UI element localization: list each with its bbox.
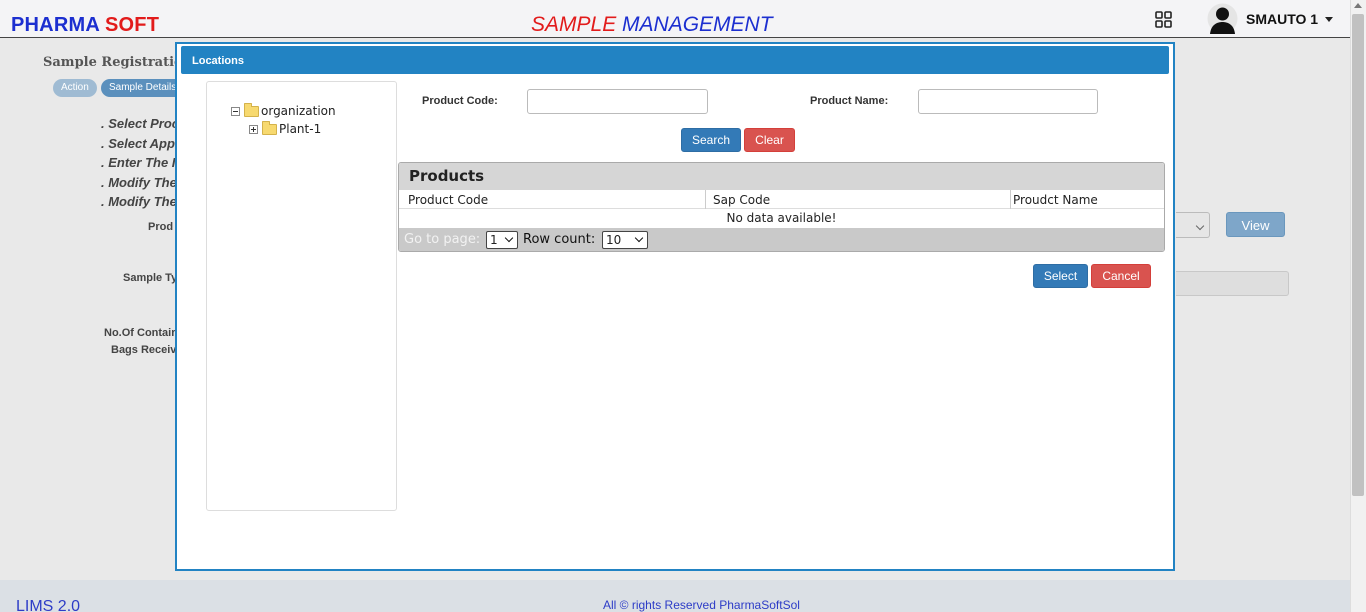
column-divider: [705, 190, 706, 209]
tab-action[interactable]: Action: [53, 79, 97, 97]
tab-sample-details[interactable]: Sample Details: [101, 79, 185, 97]
grid-icon[interactable]: [1155, 11, 1172, 28]
product-name-label: Product Name:: [810, 95, 889, 107]
avatar[interactable]: [1206, 3, 1239, 34]
cancel-button[interactable]: Cancel: [1091, 264, 1151, 288]
product-code-label: Product Code:: [422, 95, 498, 107]
instruction-line: . Modify The: [101, 194, 177, 209]
column-header-product-code[interactable]: Product Code: [408, 193, 488, 207]
sample-type-label: Sample Ty: [123, 272, 178, 284]
page-title: Sample Registration: [43, 55, 193, 70]
select-button[interactable]: Select: [1033, 264, 1088, 288]
row-count-value: 10: [606, 233, 622, 247]
chevron-down-icon[interactable]: [1325, 17, 1333, 22]
containers-label: No.Of Contair: [104, 327, 176, 339]
row-count-select[interactable]: 10: [602, 231, 648, 249]
grid-title: Products: [409, 167, 485, 185]
grid-header-row: Product Code Sap Code Proudct Name: [399, 190, 1164, 209]
tree-node-plant-1[interactable]: Plant-1: [249, 120, 321, 136]
scrollbar-thumb[interactable]: [1352, 14, 1364, 496]
folder-icon: [244, 102, 259, 117]
empty-state-text: No data available!: [726, 211, 837, 225]
search-button[interactable]: Search: [681, 128, 741, 152]
page-select[interactable]: 1: [486, 231, 518, 249]
product-code-input[interactable]: [527, 89, 708, 114]
tree-node-organization[interactable]: organization: [231, 102, 336, 118]
tree-node-label[interactable]: organization: [261, 104, 336, 118]
locations-dialog: Locations organization Plant-1 Product C…: [175, 42, 1175, 571]
instruction-line: . Select App: [101, 136, 175, 151]
brand-part1: PHARMA: [11, 14, 100, 36]
column-header-product-name[interactable]: Proudct Name: [1013, 193, 1098, 207]
page-select-value: 1: [490, 233, 498, 247]
copyright-text: All © rights Reserved PharmaSoftSol: [603, 598, 800, 612]
top-header: PHARMA SOFT SAMPLE MANAGEMENT SMAUTO 1: [0, 0, 1350, 38]
instruction-line: . Select Proc: [101, 116, 180, 131]
brand-logo: PHARMA SOFT: [11, 14, 159, 37]
app-title-part2: MANAGEMENT: [622, 13, 773, 36]
location-tree: organization Plant-1: [206, 81, 397, 511]
scroll-up-arrow-icon[interactable]: [1354, 3, 1362, 8]
product-label: Prod: [148, 221, 174, 233]
go-to-page-label: Go to page:: [404, 232, 481, 247]
tree-node-label[interactable]: Plant-1: [279, 122, 321, 136]
username[interactable]: SMAUTO 1: [1246, 11, 1318, 27]
folder-icon: [262, 120, 277, 135]
dialog-title: Locations: [192, 55, 244, 67]
grid-caption: Products: [399, 163, 1164, 190]
app-title: SAMPLE MANAGEMENT: [531, 13, 773, 37]
product-name-input[interactable]: [918, 89, 1098, 114]
product-select[interactable]: [1176, 212, 1210, 238]
row-count-label: Row count:: [523, 232, 596, 247]
sample-type-field[interactable]: [1176, 271, 1289, 296]
footer: LIMS 2.0 All © rights Reserved PharmaSof…: [0, 580, 1350, 612]
instruction-line: . Modify The: [101, 175, 177, 190]
expand-icon[interactable]: [249, 124, 258, 134]
brand-part2: SOFT: [105, 14, 160, 36]
products-grid: Products Product Code Sap Code Proudct N…: [398, 162, 1165, 252]
grid-pager: Go to page: 1 Row count: 10: [399, 228, 1164, 251]
column-divider: [1010, 190, 1011, 209]
column-header-sap-code[interactable]: Sap Code: [713, 193, 770, 207]
view-button[interactable]: View: [1226, 212, 1285, 237]
version-label: LIMS 2.0: [16, 598, 81, 612]
instruction-line: . Enter The I: [101, 155, 176, 170]
bags-received-label: Bags Receiv: [111, 344, 177, 356]
collapse-icon[interactable]: [231, 106, 240, 116]
clear-button[interactable]: Clear: [744, 128, 795, 152]
dialog-header[interactable]: Locations: [181, 46, 1169, 74]
app-title-part1: SAMPLE: [531, 13, 617, 36]
